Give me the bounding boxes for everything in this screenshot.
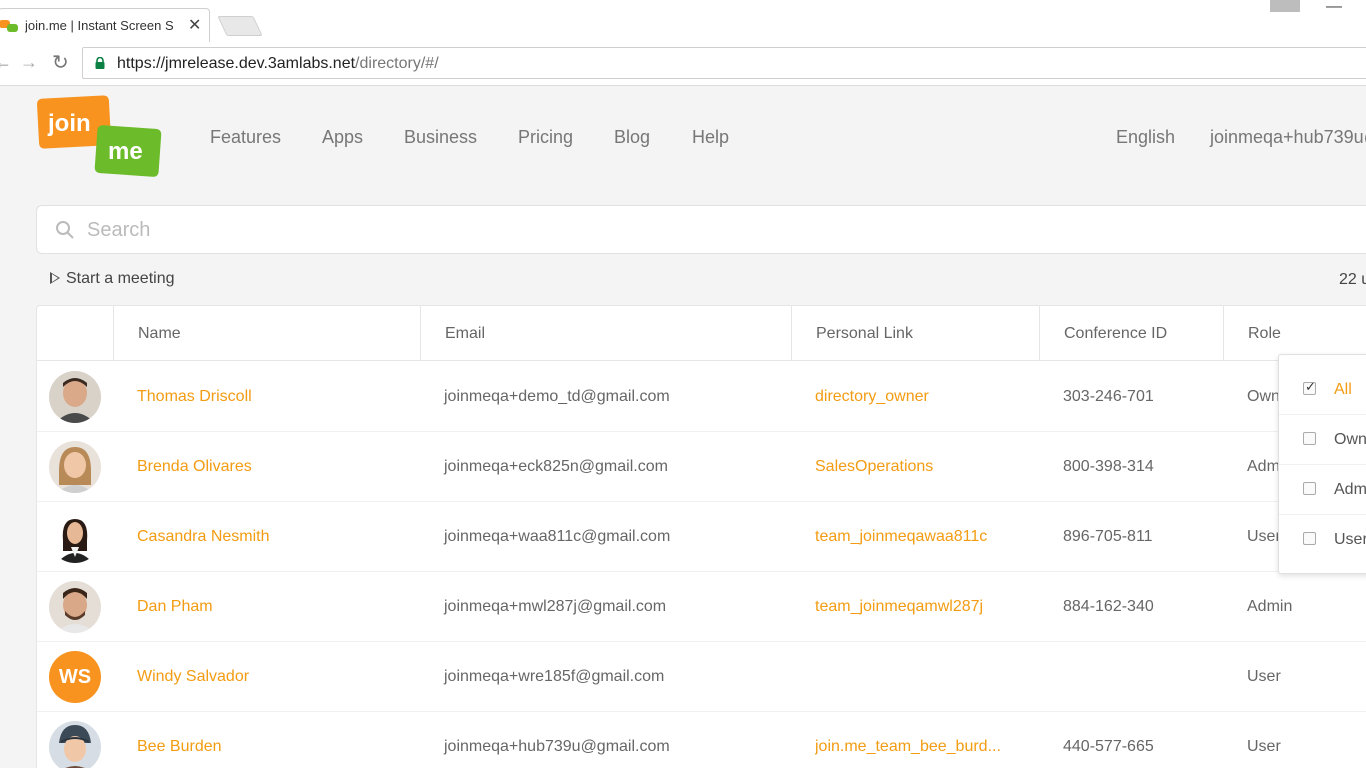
row-name[interactable]: Windy Salvador — [137, 668, 249, 686]
avatar-initials: WS — [49, 651, 101, 703]
role-filter-dropdown: All Own Adm User — [1278, 354, 1366, 574]
start-meeting-label: Start a meeting — [66, 270, 175, 287]
url-text: https://jmrelease.dev.3amlabs.net/direct… — [117, 55, 439, 73]
play-icon — [50, 272, 60, 284]
url-host: https://jmrelease.dev.3amlabs.net — [117, 55, 356, 72]
row-email: joinmeqa+demo_td@gmail.com — [444, 388, 670, 405]
row-personal-link[interactable]: directory_owner — [815, 388, 929, 406]
user-count: 22 u — [1339, 271, 1366, 288]
row-email: joinmeqa+hub739u@gmail.com — [444, 738, 670, 755]
role-filter-option-owner[interactable]: Own — [1279, 415, 1366, 465]
search-input[interactable] — [87, 214, 1287, 246]
checkbox-icon[interactable] — [1303, 532, 1316, 545]
row-role: Adm — [1247, 458, 1280, 475]
window-minimize-icon[interactable]: — — [1326, 0, 1342, 16]
row-name[interactable]: Thomas Driscoll — [137, 388, 252, 406]
table-row[interactable]: Brenda Olivares joinmeqa+eck825n@gmail.c… — [37, 432, 1366, 502]
search-box[interactable] — [36, 205, 1366, 254]
nav-features[interactable]: Features — [210, 127, 281, 148]
row-role: Admin — [1247, 598, 1293, 615]
row-name[interactable]: Bee Burden — [137, 738, 222, 756]
logo-text-join: join — [47, 110, 91, 137]
nav-pricing[interactable]: Pricing — [518, 127, 573, 148]
logo-text-me: me — [108, 138, 143, 165]
row-role: User — [1247, 668, 1281, 685]
back-icon[interactable]: ← — [0, 52, 12, 73]
column-header-conference-id[interactable]: Conference ID — [1039, 306, 1223, 361]
avatar — [49, 511, 101, 563]
role-filter-option-user[interactable]: User — [1279, 515, 1366, 565]
nav-blog[interactable]: Blog — [614, 127, 650, 148]
row-conference-id: 896-705-811 — [1063, 528, 1153, 545]
table-row[interactable]: WS Windy Salvador joinmeqa+wre185f@gmail… — [37, 642, 1366, 712]
role-filter-option-admin[interactable]: Adm — [1279, 465, 1366, 515]
nav-business[interactable]: Business — [404, 127, 477, 148]
row-role: Own — [1247, 388, 1280, 405]
row-name[interactable]: Dan Pham — [137, 598, 213, 616]
window-profile-button[interactable] — [1270, 0, 1300, 12]
tab-title: join.me | Instant Screen S — [25, 18, 174, 33]
row-role: User — [1247, 528, 1281, 545]
row-email: joinmeqa+waa811c@gmail.com — [444, 528, 671, 545]
role-filter-label: Own — [1334, 431, 1366, 448]
row-email: joinmeqa+eck825n@gmail.com — [444, 458, 668, 475]
joinme-logo[interactable]: join me — [36, 95, 162, 177]
directory-table: Name Email Personal Link Conference ID R… — [36, 305, 1366, 768]
row-name[interactable]: Casandra Nesmith — [137, 528, 270, 546]
role-filter-option-all[interactable]: All — [1279, 365, 1366, 415]
row-conference-id: 884-162-340 — [1063, 598, 1154, 615]
column-header-personal-link[interactable]: Personal Link — [791, 306, 1039, 361]
avatar — [49, 371, 101, 423]
row-personal-link[interactable]: team_joinmeqamwl287j — [815, 598, 983, 616]
nav-help[interactable]: Help — [692, 127, 729, 148]
table-row[interactable]: Thomas Driscoll joinmeqa+demo_td@gmail.c… — [37, 362, 1366, 432]
table-header: Name Email Personal Link Conference ID R… — [37, 306, 1366, 361]
row-personal-link[interactable]: team_joinmeqawaa811c — [815, 528, 987, 546]
row-name[interactable]: Brenda Olivares — [137, 458, 252, 476]
row-conference-id: 440-577-665 — [1063, 738, 1154, 755]
joinme-favicon-icon — [0, 20, 18, 32]
lock-icon — [95, 57, 105, 69]
checkbox-icon[interactable] — [1303, 432, 1316, 445]
forward-icon[interactable]: → — [20, 52, 38, 73]
browser-tab[interactable]: join.me | Instant Screen S ✕ — [0, 8, 210, 42]
avatar — [49, 721, 101, 768]
table-row[interactable]: Dan Pham joinmeqa+mwl287j@gmail.com team… — [37, 572, 1366, 642]
reload-icon[interactable]: ↻ — [52, 50, 69, 75]
browser-tabstrip: join.me | Instant Screen S ✕ — — [0, 0, 1366, 42]
row-conference-id: 800-398-314 — [1063, 458, 1154, 475]
row-role: User — [1247, 738, 1281, 755]
column-header-role[interactable]: Role — [1223, 306, 1366, 361]
url-path: /directory/#/ — [355, 55, 439, 72]
checkbox-icon[interactable] — [1303, 482, 1316, 495]
browser-toolbar: ← → ↻ https://jmrelease.dev.3amlabs.net/… — [0, 42, 1366, 86]
tab-close-icon[interactable]: ✕ — [188, 15, 201, 35]
role-filter-label: User — [1334, 531, 1366, 548]
avatar — [49, 441, 101, 493]
start-meeting-link[interactable]: Start a meeting — [50, 270, 175, 288]
avatar — [49, 581, 101, 633]
account-menu[interactable]: joinmeqa+hub739u@ — [1210, 127, 1366, 148]
table-row[interactable]: Casandra Nesmith joinmeqa+waa811c@gmail.… — [37, 502, 1366, 572]
search-icon — [56, 221, 74, 239]
column-header-name[interactable]: Name — [113, 306, 420, 361]
nav-apps[interactable]: Apps — [322, 127, 363, 148]
role-filter-label: Adm — [1334, 481, 1366, 498]
table-row[interactable]: Bee Burden joinmeqa+hub739u@gmail.com jo… — [37, 712, 1366, 768]
row-email: joinmeqa+mwl287j@gmail.com — [444, 598, 667, 615]
new-tab-button[interactable] — [217, 16, 263, 36]
address-bar[interactable]: https://jmrelease.dev.3amlabs.net/direct… — [82, 47, 1366, 79]
checkbox-checked-icon[interactable] — [1303, 379, 1316, 395]
row-email: joinmeqa+wre185f@gmail.com — [444, 668, 665, 685]
column-header-email[interactable]: Email — [420, 306, 791, 361]
row-personal-link[interactable]: join.me_team_bee_burd... — [815, 738, 1001, 756]
role-filter-label: All — [1334, 381, 1352, 398]
language-selector[interactable]: English — [1116, 127, 1175, 148]
row-personal-link[interactable]: SalesOperations — [815, 458, 933, 476]
row-conference-id: 303-246-701 — [1063, 388, 1154, 405]
